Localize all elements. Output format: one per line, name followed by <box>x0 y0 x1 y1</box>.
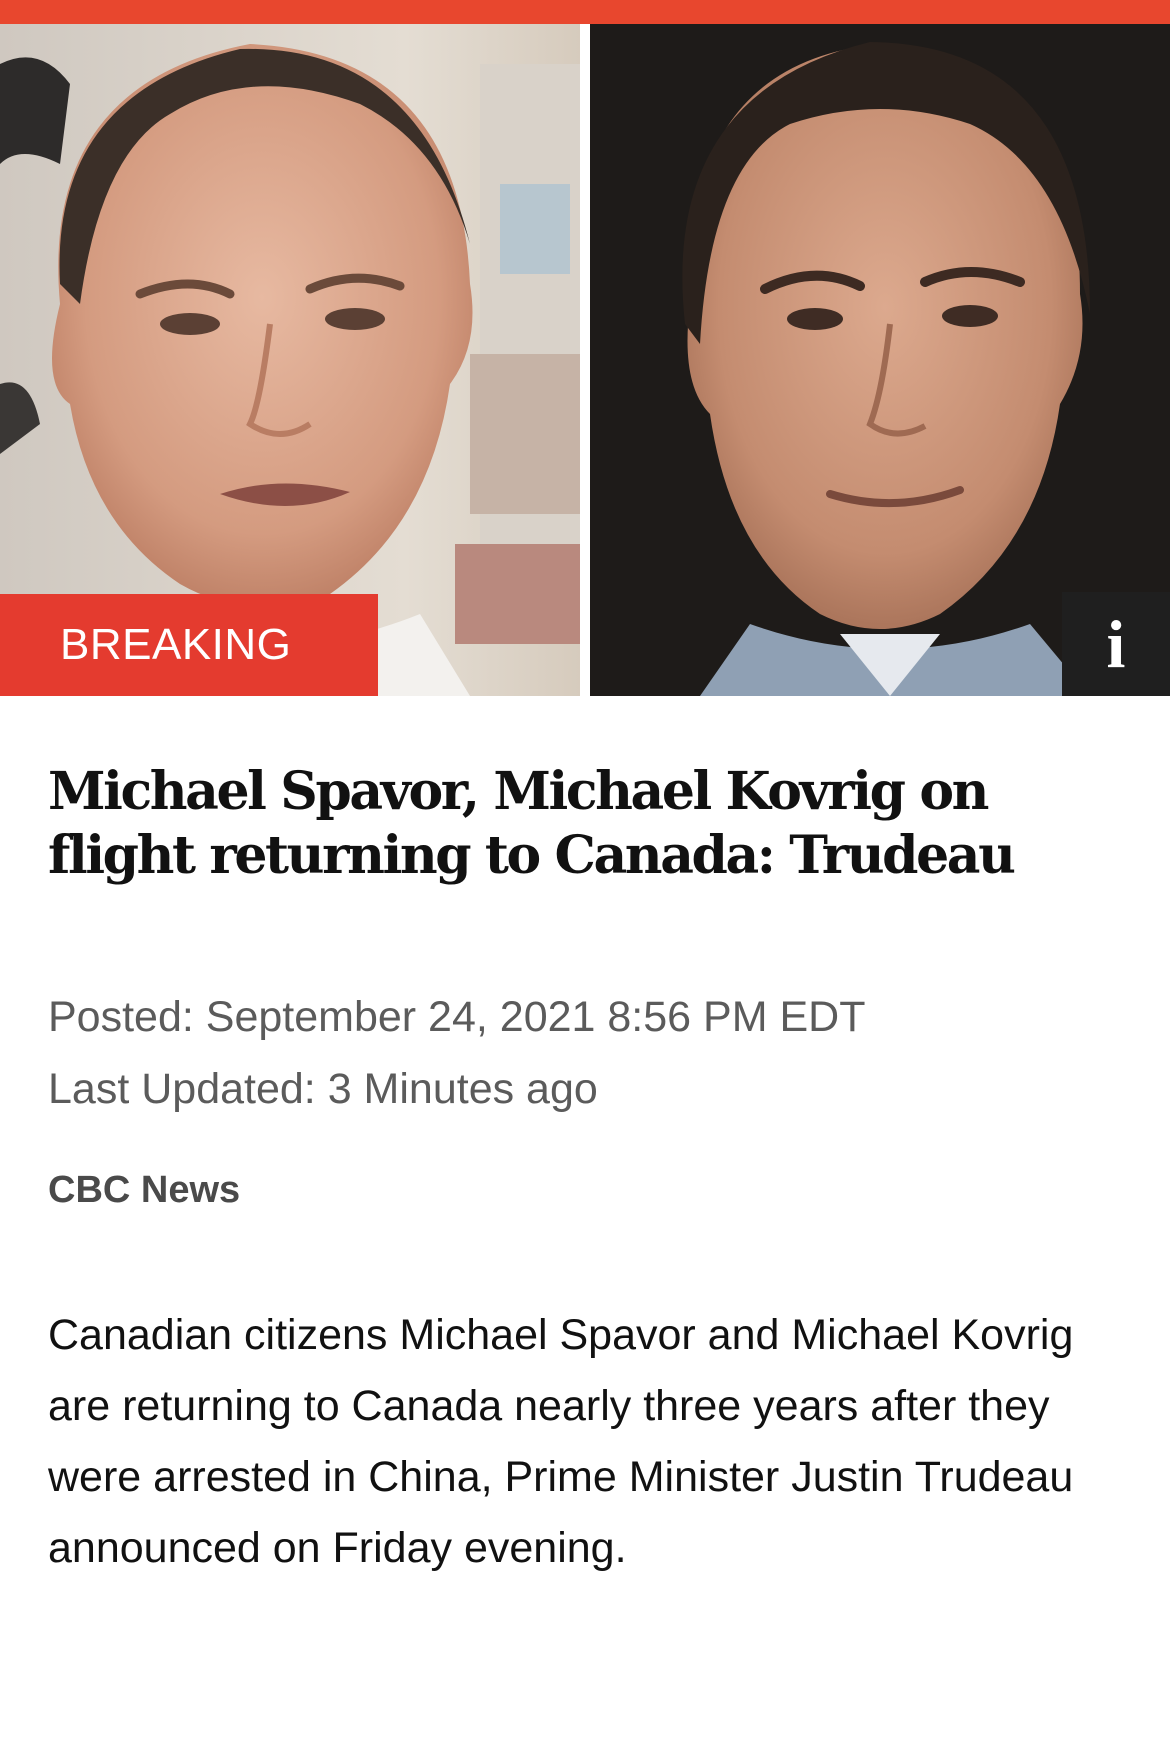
article-headline: Michael Spavor, Michael Kovrig on flight… <box>48 761 1016 886</box>
breaking-badge-label: BREAKING <box>60 620 292 669</box>
hero-image[interactable]: BREAKING i <box>0 24 1170 696</box>
article-body: Canadian citizens Michael Spavor and Mic… <box>48 1311 1074 1572</box>
photo-divider <box>580 24 590 696</box>
top-accent-bar <box>0 0 1170 24</box>
info-button[interactable]: i <box>1062 592 1170 696</box>
last-updated: Last Updated: 3 Minutes ago <box>48 1065 598 1113</box>
posted-date: Posted: September 24, 2021 8:56 PM EDT <box>48 993 866 1041</box>
info-icon: i <box>1106 605 1126 682</box>
breaking-badge: BREAKING <box>0 594 378 696</box>
source-link[interactable]: CBC News <box>48 1167 240 1213</box>
